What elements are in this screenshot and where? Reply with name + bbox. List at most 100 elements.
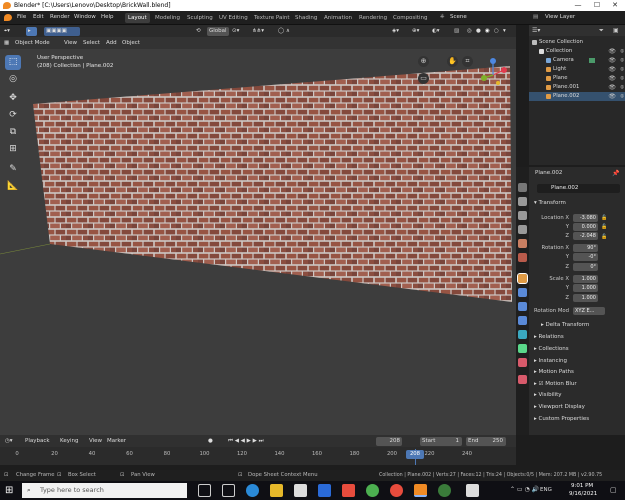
minimize-button[interactable]: —: [569, 0, 587, 11]
file-explorer-icon[interactable]: [270, 484, 283, 497]
timeline-editor-icon[interactable]: ◷▾: [5, 437, 13, 446]
visibility-section[interactable]: ▸ Visibility: [534, 392, 562, 398]
taskbar-search-box[interactable]: ⌕ Type here to search: [22, 483, 187, 498]
cortana-icon[interactable]: [198, 484, 211, 497]
blender-menu-icon[interactable]: [4, 14, 12, 21]
view-layer-tab-icon[interactable]: [518, 225, 527, 234]
menu-edit[interactable]: Edit: [33, 14, 44, 20]
view-layer-selector[interactable]: View Layer: [545, 14, 575, 20]
gizmo-toggle-icon[interactable]: ⊕▾: [412, 27, 419, 36]
tab-sculpting[interactable]: Sculpting: [184, 13, 216, 23]
visibility-eye-icon[interactable]: 👁: [608, 74, 616, 83]
outliner-item-plane-002[interactable]: Plane.002 👁 ⌾: [529, 92, 625, 101]
delta-transform-section[interactable]: ▸ Delta Transform: [541, 322, 589, 328]
menu-select[interactable]: Select: [83, 39, 100, 48]
visibility-eye-icon[interactable]: 👁: [608, 83, 616, 92]
menu-render[interactable]: Render: [50, 14, 70, 20]
output-tab-icon[interactable]: [518, 211, 527, 220]
location-y-field[interactable]: 0.000: [573, 223, 598, 231]
keying-menu[interactable]: Keying: [60, 437, 78, 446]
tab-layout[interactable]: Layout: [125, 13, 150, 23]
menu-object[interactable]: Object: [122, 39, 140, 48]
texture-tab-icon[interactable]: [518, 375, 527, 384]
clock-time[interactable]: 9:01 PM: [571, 483, 593, 489]
pivot-icon[interactable]: ⊙▾: [232, 27, 239, 36]
render-camera-icon[interactable]: ⌾: [620, 83, 624, 92]
menu-help[interactable]: Help: [101, 14, 114, 20]
visibility-eye-icon[interactable]: 👁: [608, 65, 616, 74]
render-camera-icon[interactable]: ⌾: [620, 47, 624, 56]
instancing-section[interactable]: ▸ Instancing: [534, 358, 567, 364]
world-tab-icon[interactable]: [518, 253, 527, 262]
tab-uv-editing[interactable]: UV Editing: [216, 13, 251, 23]
render-camera-icon[interactable]: ⌾: [620, 65, 624, 74]
snap-icon[interactable]: ⋔⋔▾: [252, 27, 264, 36]
office-icon[interactable]: [342, 484, 355, 497]
timeline-view-menu[interactable]: View: [89, 437, 102, 446]
notes-icon[interactable]: [466, 484, 479, 497]
playback-menu[interactable]: Playback: [25, 437, 50, 446]
chrome-icon[interactable]: [366, 484, 379, 497]
visibility-eye-icon[interactable]: 👁: [608, 92, 616, 101]
scale-x-field[interactable]: 1.000: [573, 275, 598, 283]
location-z-field[interactable]: -2.048: [573, 232, 598, 240]
scale-tool[interactable]: ⧉: [5, 125, 21, 140]
outliner-item-light[interactable]: Light 👁 ⌾: [529, 65, 625, 74]
xray-icon[interactable]: ▨: [454, 27, 459, 36]
camera-view-icon[interactable]: ▭: [418, 73, 429, 84]
menu-view[interactable]: View: [64, 39, 77, 48]
pan-view-icon[interactable]: ✋: [447, 56, 458, 67]
transform-tool[interactable]: ⊞: [5, 142, 21, 157]
record-icon[interactable]: ●: [208, 437, 213, 446]
material-tab-icon[interactable]: [518, 358, 527, 367]
constraints-tab-icon[interactable]: [518, 330, 527, 339]
edge-icon[interactable]: [246, 484, 259, 497]
render-tab-icon[interactable]: [518, 197, 527, 206]
brick-wall-plane[interactable]: [0, 49, 516, 435]
tab-animation[interactable]: Animation: [321, 13, 355, 23]
rotate-tool[interactable]: ⟳: [5, 108, 21, 123]
close-button[interactable]: ✕: [606, 0, 624, 11]
collections-section[interactable]: ▸ Collections: [534, 346, 569, 352]
windows-start-icon[interactable]: ⊞: [5, 485, 16, 496]
opera-icon[interactable]: [390, 484, 403, 497]
rotation-z-field[interactable]: 0°: [573, 263, 598, 271]
current-frame-field[interactable]: 208: [376, 436, 402, 446]
playback-controls[interactable]: ⏮ ◀ ◀ ▶ ▶ ⏭: [228, 437, 264, 446]
task-view-icon[interactable]: [222, 484, 235, 497]
tool-tab-icon[interactable]: [518, 183, 527, 192]
menu-window[interactable]: Window: [74, 14, 96, 20]
scene-collection-row[interactable]: Scene Collection: [529, 38, 625, 47]
tab-modeling[interactable]: Modeling: [152, 13, 183, 23]
marker-menu[interactable]: Marker: [107, 437, 126, 446]
viewport-visibility-icon[interactable]: ◈▾: [392, 27, 399, 36]
rotation-x-field[interactable]: 90°: [573, 244, 598, 252]
outliner-item-collection[interactable]: Collection 👁 ⌾: [529, 47, 625, 56]
annotate-tool[interactable]: ✎: [5, 162, 21, 177]
editor-type-icon[interactable]: ⌖▾: [4, 27, 10, 36]
menu-file[interactable]: File: [17, 14, 26, 20]
chrome-profile-icon[interactable]: [438, 484, 451, 497]
motion-paths-section[interactable]: ▸ Motion Paths: [534, 369, 574, 375]
select-mode-icons[interactable]: ▣▣▣▣: [44, 26, 80, 36]
lock-icons[interactable]: 🔓 🔓 🔓: [601, 214, 607, 242]
render-camera-icon[interactable]: ⌾: [620, 74, 624, 83]
orientation-icon[interactable]: ⟲: [196, 27, 201, 36]
move-tool[interactable]: ✥: [5, 91, 21, 106]
object-mode-icon[interactable]: ▦: [4, 39, 9, 48]
scene-selector[interactable]: Scene: [450, 14, 467, 20]
view-layer-icon[interactable]: ▤: [533, 14, 538, 20]
render-camera-icon[interactable]: ⌾: [620, 56, 624, 65]
toggle-ortho-icon[interactable]: ⌗: [462, 56, 473, 67]
start-frame-field[interactable]: Start 1: [420, 436, 462, 446]
system-tray-icons[interactable]: ⌃ ▭ ◔ 🔊: [510, 486, 539, 493]
visibility-eye-icon[interactable]: 👁: [608, 56, 616, 65]
proportional-edit-icon[interactable]: ◯ ∧: [278, 27, 290, 36]
overlay-toggle-icon[interactable]: ◐▾: [432, 27, 440, 36]
language-indicator[interactable]: ENG: [540, 487, 552, 493]
filter-icon[interactable]: ⏷: [599, 27, 604, 35]
cursor-tool[interactable]: ◎: [5, 72, 21, 87]
viewport-display-section[interactable]: ▸ Viewport Display: [534, 404, 585, 410]
outliner-editor-icon[interactable]: ☰▾: [532, 27, 540, 34]
scale-y-field[interactable]: 1.000: [573, 284, 598, 292]
